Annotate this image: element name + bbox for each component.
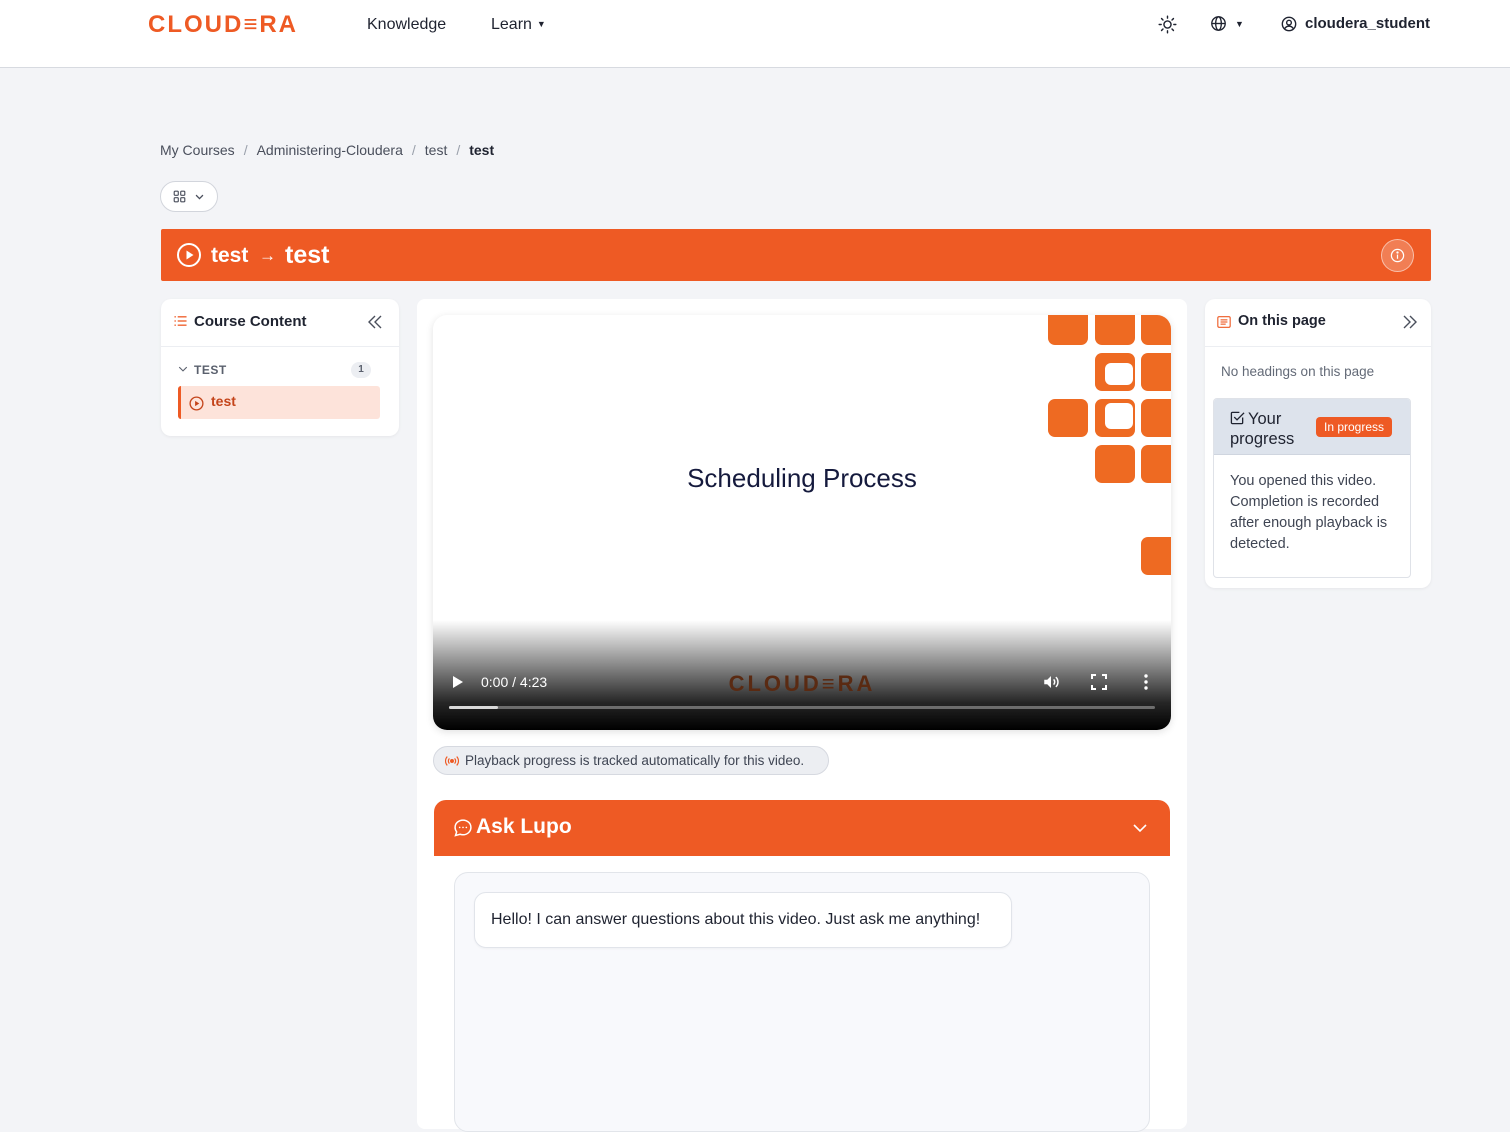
fullscreen-icon[interactable] <box>1091 674 1107 690</box>
layout-toggle-button[interactable] <box>160 181 218 212</box>
breadcrumb-my-courses[interactable]: My Courses <box>160 142 235 158</box>
video-player[interactable]: Scheduling Process CLOUD≡RA 0:00 / 4:23 <box>433 315 1171 730</box>
user-menu[interactable]: cloudera_student <box>1281 15 1430 32</box>
section-title[interactable]: TEST <box>194 363 227 377</box>
chevrons-right-icon[interactable] <box>1402 314 1418 330</box>
tracking-notice-text: Playback progress is tracked automatical… <box>465 753 805 768</box>
play-circle-icon <box>177 243 201 267</box>
play-icon[interactable] <box>452 675 464 689</box>
chevron-down-icon[interactable] <box>1132 820 1148 836</box>
info-icon <box>1390 248 1405 263</box>
chat-bubble-icon <box>454 819 472 837</box>
chevron-down-icon <box>195 194 204 200</box>
breadcrumb-separator: / <box>243 142 248 158</box>
assistant-message: Hello! I can answer questions about this… <box>474 892 1012 948</box>
progress-card: Your progress In progress You opened thi… <box>1213 398 1411 578</box>
breadcrumb-separator: / <box>411 142 416 158</box>
status-badge: In progress <box>1316 417 1393 437</box>
user-circle-icon <box>1281 16 1297 31</box>
volume-icon[interactable] <box>1042 673 1060 691</box>
video-buffered-bar <box>449 706 499 709</box>
globe-icon <box>1211 16 1226 31</box>
video-seek-bar[interactable] <box>449 706 1155 709</box>
caret-down-icon: ▼ <box>536 19 546 29</box>
language-selector[interactable] <box>1210 15 1227 37</box>
theme-toggle-button[interactable] <box>1158 15 1177 39</box>
banner-lesson-title: test <box>285 241 330 269</box>
play-circle-icon <box>189 396 204 411</box>
breadcrumb: My Courses / Administering-Cloudera / te… <box>160 142 494 158</box>
info-button[interactable] <box>1381 239 1414 272</box>
breadcrumb-separator: / <box>456 142 461 158</box>
more-vertical-icon[interactable] <box>1140 673 1152 691</box>
video-time-display: 0:00 / 4:23 <box>481 674 548 690</box>
on-this-page-panel: On this page No headings on this page Yo… <box>1205 299 1431 588</box>
cloudera-pattern-graphic <box>1048 315 1171 575</box>
progress-card-header: Your progress In progress <box>1214 399 1410 455</box>
section-count-badge: 1 <box>351 362 371 378</box>
lesson-banner: test → test <box>161 229 1431 281</box>
document-list-icon <box>1217 316 1231 328</box>
banner-module-title: test <box>211 244 249 267</box>
chevrons-left-icon[interactable] <box>367 314 383 330</box>
on-this-page-header: On this page <box>1205 299 1431 347</box>
ask-lupo-title: Ask Lupo <box>476 815 572 838</box>
breadcrumb-current: test <box>469 142 495 158</box>
list-icon <box>174 316 187 326</box>
arrow-right-icon: → <box>259 246 276 265</box>
lesson-item-active[interactable]: test <box>178 386 380 419</box>
assistant-message-text: Hello! I can answer questions about this… <box>491 911 981 928</box>
username-label: cloudera_student <box>1305 15 1431 32</box>
nav-knowledge-link[interactable]: Knowledge <box>367 16 446 34</box>
breadcrumb-course[interactable]: Administering-Cloudera <box>257 142 403 158</box>
course-content-header: Course Content <box>161 299 399 347</box>
broadcast-icon <box>445 756 459 766</box>
chat-messages-area[interactable]: Hello! I can answer questions about this… <box>454 872 1150 1132</box>
course-content-panel: Course Content TEST 1 test <box>161 299 399 436</box>
lesson-item-label: test <box>211 393 236 409</box>
tracking-notice: Playback progress is tracked automatical… <box>433 746 829 775</box>
cloudera-logo[interactable]: CLOUD≡RA <box>148 11 298 39</box>
no-headings-text: No headings on this page <box>1221 364 1375 379</box>
sun-icon <box>1158 15 1177 34</box>
chevron-down-icon[interactable] <box>178 364 188 374</box>
caret-down-icon: ▼ <box>1235 19 1244 29</box>
nav-learn-menu[interactable]: Learn ▼ <box>491 16 546 34</box>
grid-icon <box>173 190 186 203</box>
progress-description: You opened this video. Completion is rec… <box>1230 473 1388 552</box>
breadcrumb-module[interactable]: test <box>425 142 448 158</box>
progress-title: Your progress <box>1230 410 1295 448</box>
course-content-title: Course Content <box>194 313 307 330</box>
top-navigation: CLOUD≡RA Knowledge Learn ▼ ▼ cloudera_stu… <box>0 0 1510 68</box>
nav-learn-label: Learn <box>491 16 532 33</box>
ask-lupo-header[interactable]: Ask Lupo <box>434 800 1170 856</box>
on-this-page-title: On this page <box>1238 313 1326 329</box>
